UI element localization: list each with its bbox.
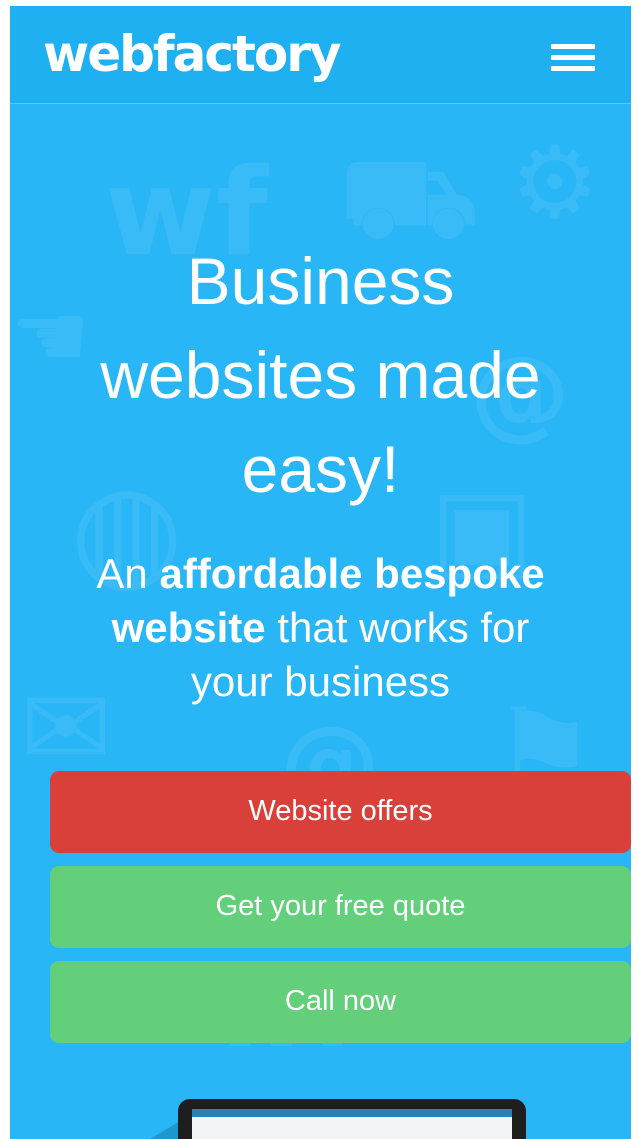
website-offers-button[interactable]: Website offers: [50, 771, 631, 853]
hero-subtitle-line-3: your business: [190, 658, 451, 705]
menu-line-middle: [551, 55, 595, 60]
hero-subtitle-line-1: An affordable bespoke: [10, 547, 631, 601]
subtitle-bold-affordable: affordable bespoke: [159, 550, 545, 597]
webfactory-logo[interactable]: webfactory: [43, 24, 342, 84]
hero-subtitle: An affordable bespoke website that works…: [10, 547, 631, 709]
menu-line-top: [551, 44, 595, 49]
call-now-button[interactable]: Call now: [50, 961, 631, 1043]
laptop-screen-bar: [192, 1109, 512, 1117]
page-frame: wf ⛟ ⚙ ☚ @ ◍ ▣ ✉ @ ⚑ wf webfactory Busin…: [10, 6, 631, 1139]
hero-title-line-3: easy!: [241, 432, 400, 506]
menu-line-bottom: [551, 66, 595, 71]
site-header: webfactory: [10, 6, 631, 104]
hero-title: Business websites made easy!: [10, 234, 631, 516]
subtitle-bold-website: website: [111, 604, 266, 651]
laptop-screen: [192, 1109, 512, 1139]
subtitle-text-an: An: [96, 550, 160, 597]
hero-subtitle-line-2: website that works for: [10, 601, 631, 655]
gear-watermark-icon: ⚙: [510, 124, 600, 241]
subtitle-text-works: that works for: [265, 604, 530, 651]
hamburger-menu-icon[interactable]: [546, 40, 602, 76]
hero-title-line-1: Business: [186, 244, 455, 318]
laptop-shadow: [140, 1121, 180, 1139]
laptop-image: [178, 1099, 526, 1139]
hero-title-line-2: websites made: [100, 338, 541, 412]
free-quote-button[interactable]: Get your free quote: [50, 866, 631, 948]
